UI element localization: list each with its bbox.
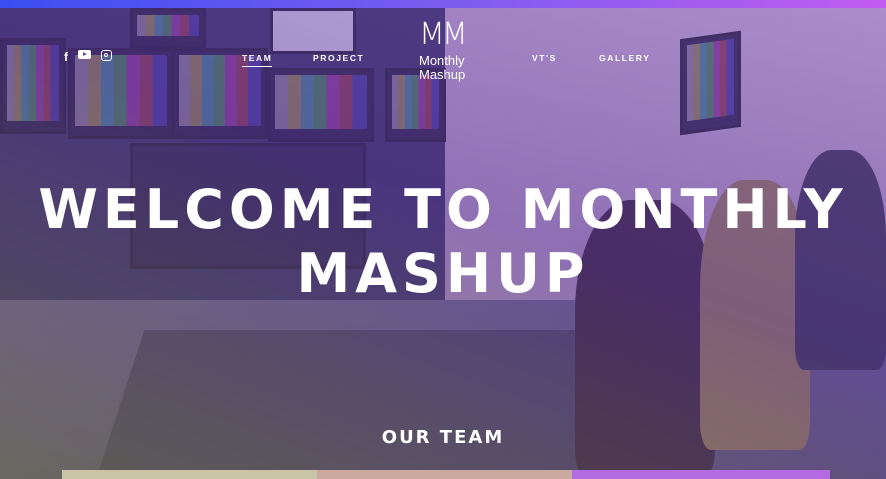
top-accent-bar — [0, 0, 886, 8]
nav-gallery[interactable]: GALLERY — [599, 53, 651, 63]
logo-mark: MM — [419, 17, 468, 52]
youtube-icon[interactable] — [78, 50, 91, 59]
team-card-strip — [317, 470, 572, 479]
hero-headline-line2: MASHUP — [296, 242, 590, 305]
facebook-icon[interactable]: f — [64, 50, 68, 64]
hero-headline-line1: WELCOME TO MONTHLY — [38, 178, 848, 241]
nav-vts[interactable]: VT'S — [532, 53, 557, 63]
instagram-icon[interactable] — [101, 50, 112, 61]
team-card-strip — [572, 470, 830, 479]
logo-line1: Monthly — [419, 53, 465, 68]
nav-team[interactable]: TEAM — [242, 53, 273, 67]
section-title: OUR TEAM — [381, 427, 505, 448]
nav-project[interactable]: PROJECT — [313, 53, 364, 63]
team-card-strip — [62, 470, 317, 479]
site-logo[interactable]: MM Monthly Mashup — [419, 17, 468, 82]
hero-headline: WELCOME TO MONTHLY MASHUP — [0, 178, 886, 306]
logo-line2: Mashup — [419, 67, 466, 82]
social-links: f — [64, 50, 112, 64]
